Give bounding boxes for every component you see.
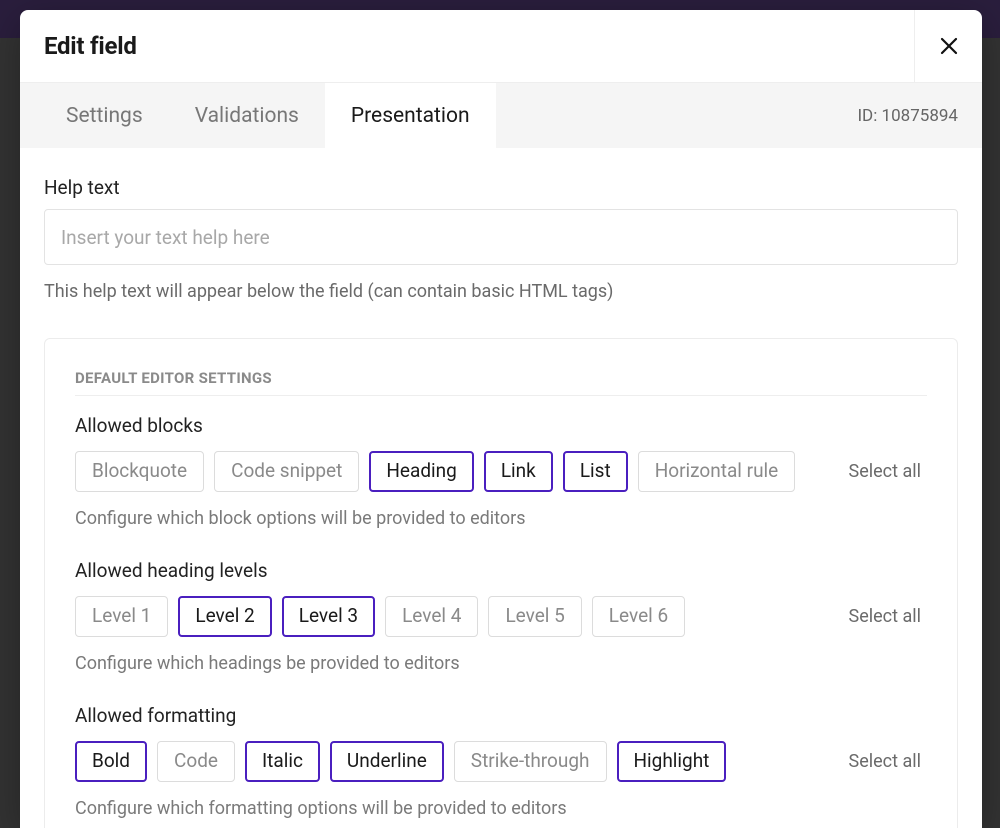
chip-strike-through[interactable]: Strike-through [454,741,607,782]
default-editor-settings-panel: DEFAULT EDITOR SETTINGS Allowed blocks B… [44,338,958,828]
chip-heading[interactable]: Heading [369,451,473,492]
select-all-blocks[interactable]: Select all [843,460,927,483]
chip-level-5[interactable]: Level 5 [488,596,581,637]
chip-bold[interactable]: Bold [75,741,147,782]
panel-title: DEFAULT EDITOR SETTINGS [75,369,927,387]
chip-link[interactable]: Link [484,451,553,492]
chip-level-4[interactable]: Level 4 [385,596,478,637]
chips-headings: Level 1 Level 2 Level 3 Level 4 Level 5 … [75,596,685,637]
chips-formatting: Bold Code Italic Underline Strike-throug… [75,741,726,782]
help-text-label: Help text [44,176,958,199]
tab-presentation[interactable]: Presentation [325,83,496,148]
chip-level-2[interactable]: Level 2 [178,596,271,637]
group-allowed-formatting: Allowed formatting Bold Code Italic Unde… [75,704,927,819]
select-all-formatting[interactable]: Select all [843,750,927,773]
tab-settings[interactable]: Settings [40,83,169,148]
modal-tabbar: Settings Validations Presentation ID: 10… [20,82,982,148]
chip-blockquote[interactable]: Blockquote [75,451,204,492]
chip-level-3[interactable]: Level 3 [282,596,375,637]
help-text-input[interactable] [44,209,958,265]
chip-level-1[interactable]: Level 1 [75,596,168,637]
field-id: ID: 10875894 [857,83,958,148]
chip-code[interactable]: Code [157,741,235,782]
chip-level-6[interactable]: Level 6 [592,596,685,637]
select-all-headings[interactable]: Select all [843,605,927,628]
group-allowed-blocks: Allowed blocks Blockquote Code snippet H… [75,414,927,529]
help-text-hint: This help text will appear below the fie… [44,279,958,304]
group-label-headings: Allowed heading levels [75,559,927,582]
chip-horizontal-rule[interactable]: Horizontal rule [638,451,796,492]
chip-highlight[interactable]: Highlight [617,741,727,782]
chips-blocks: Blockquote Code snippet Heading Link Lis… [75,451,795,492]
group-hint-formatting: Configure which formatting options will … [75,798,927,819]
chip-underline[interactable]: Underline [330,741,444,782]
chip-code-snippet[interactable]: Code snippet [214,451,359,492]
tab-validations[interactable]: Validations [169,83,325,148]
modal-content: Help text This help text will appear bel… [20,148,982,828]
group-hint-headings: Configure which headings be provided to … [75,653,927,674]
group-label-formatting: Allowed formatting [75,704,927,727]
chip-italic[interactable]: Italic [245,741,320,782]
panel-divider [75,395,927,396]
group-hint-blocks: Configure which block options will be pr… [75,508,927,529]
edit-field-modal: Edit field Settings Validations Presenta… [20,10,982,828]
modal-header: Edit field [20,10,982,82]
group-allowed-headings: Allowed heading levels Level 1 Level 2 L… [75,559,927,674]
close-button[interactable] [914,10,982,82]
close-icon [939,36,959,56]
group-label-blocks: Allowed blocks [75,414,927,437]
modal-title: Edit field [44,32,137,60]
chip-list[interactable]: List [563,451,628,492]
